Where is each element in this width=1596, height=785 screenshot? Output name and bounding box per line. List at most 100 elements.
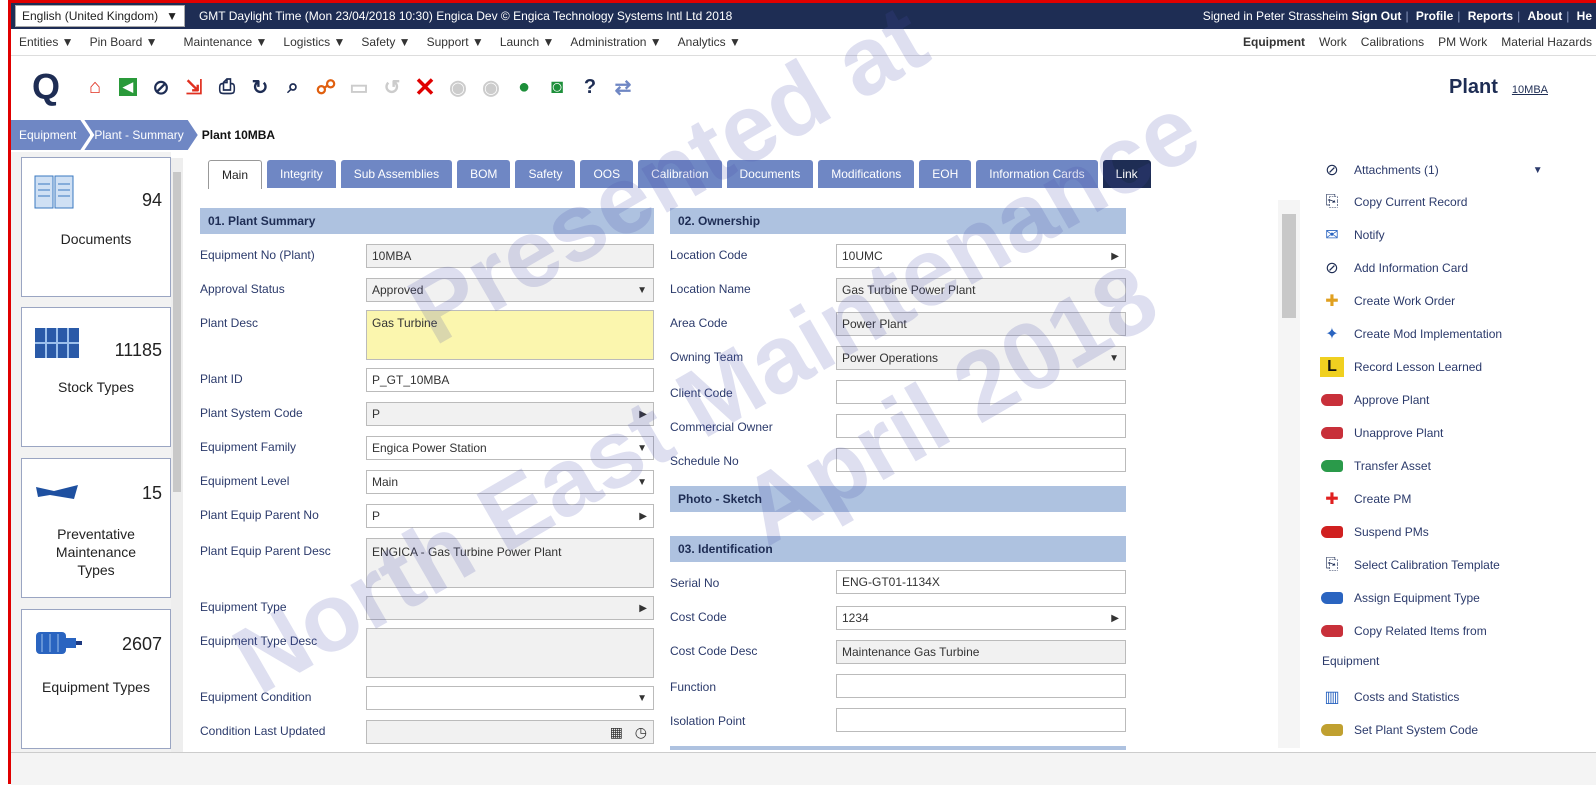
condition-updated-field[interactable]: ▦ ◷ bbox=[366, 720, 654, 744]
action-attachments[interactable]: ⊘ Attachments (1) ▼ bbox=[1320, 160, 1542, 180]
action-costs-statistics[interactable]: ▥ Costs and Statistics bbox=[1320, 687, 1459, 707]
breadcrumb-plant-summary[interactable]: Plant - Summary bbox=[84, 120, 197, 150]
equipment-family-select[interactable]: Engica Power Station ▼ bbox=[366, 436, 654, 460]
tab-eoh[interactable]: EOH bbox=[919, 160, 972, 188]
equipment-type-desc-field[interactable] bbox=[366, 628, 654, 678]
profile-link[interactable]: Profile bbox=[1416, 9, 1453, 23]
action-copy-record[interactable]: ⎘ Copy Current Record bbox=[1320, 192, 1468, 212]
menu-support[interactable]: Support ▼ bbox=[419, 35, 492, 49]
tab-safety[interactable]: Safety bbox=[515, 160, 576, 188]
refresh-icon[interactable]: ↻ bbox=[246, 73, 274, 101]
tab-integrity[interactable]: Integrity bbox=[267, 160, 336, 188]
action-select-calibration[interactable]: ⎘ Select Calibration Template bbox=[1320, 555, 1500, 575]
help-link[interactable]: He bbox=[1577, 9, 1592, 23]
cost-code-field[interactable]: 1234 ▶ bbox=[836, 606, 1126, 630]
tile-stock-types[interactable]: 11185 Stock Types bbox=[21, 307, 171, 447]
equipment-type-field[interactable]: ▶ bbox=[366, 596, 654, 620]
commercial-owner-field[interactable] bbox=[836, 414, 1126, 438]
tab-link[interactable]: Link bbox=[1102, 160, 1151, 188]
tile-pm-types[interactable]: 15 Preventative Maintenance Types bbox=[21, 458, 171, 598]
action-transfer-asset[interactable]: Transfer Asset bbox=[1320, 456, 1431, 476]
language-select[interactable]: English (United Kingdom) ▼ bbox=[15, 5, 185, 27]
about-link[interactable]: About bbox=[1528, 9, 1563, 23]
action-add-info-card[interactable]: ⊘ Add Information Card bbox=[1320, 258, 1468, 278]
menu-analytics[interactable]: Analytics ▼ bbox=[670, 35, 749, 49]
tab-calibration[interactable]: Calibration bbox=[638, 160, 722, 188]
link-icon[interactable]: ☍ bbox=[312, 73, 340, 101]
tab-documents[interactable]: Documents bbox=[726, 160, 814, 188]
tab-modifications[interactable]: Modifications bbox=[818, 160, 915, 188]
action-approve-plant[interactable]: Approve Plant bbox=[1320, 390, 1429, 410]
calendar-icon[interactable]: ▦ bbox=[610, 724, 623, 741]
tile-documents[interactable]: 94 Documents bbox=[21, 157, 171, 297]
module-pm-work[interactable]: PM Work bbox=[1438, 35, 1487, 49]
export-icon[interactable]: ⇲ bbox=[180, 73, 208, 101]
tab-sub-assemblies[interactable]: Sub Assemblies bbox=[340, 160, 453, 188]
location-code-field[interactable]: 10UMC ▶ bbox=[836, 244, 1126, 268]
tab-information-cards[interactable]: Information Cards bbox=[976, 160, 1098, 188]
back-icon[interactable]: ◀ bbox=[114, 73, 142, 101]
action-create-pm[interactable]: ✚ Create PM bbox=[1320, 489, 1411, 509]
parent-no-field[interactable]: P ▶ bbox=[366, 504, 654, 528]
location-name-field[interactable]: Gas Turbine Power Plant bbox=[836, 278, 1126, 302]
cost-code-desc-field[interactable]: Maintenance Gas Turbine bbox=[836, 640, 1126, 664]
module-equipment[interactable]: Equipment bbox=[1243, 35, 1305, 49]
action-suspend-pms[interactable]: Suspend PMs bbox=[1320, 522, 1429, 542]
function-field[interactable] bbox=[836, 674, 1126, 698]
sign-out-link[interactable]: Sign Out bbox=[1351, 9, 1401, 23]
action-unapprove-plant[interactable]: Unapprove Plant bbox=[1320, 423, 1443, 443]
area-code-field[interactable]: Power Plant bbox=[836, 312, 1126, 336]
breadcrumb-equipment[interactable]: Equipment bbox=[11, 120, 90, 150]
serial-no-field[interactable]: ENG-GT01-1134X bbox=[836, 570, 1126, 594]
tab-bom[interactable]: BOM bbox=[457, 160, 511, 188]
owning-team-select[interactable]: Power Operations ▼ bbox=[836, 346, 1126, 370]
help-icon[interactable]: ? bbox=[576, 73, 604, 101]
equipment-level-select[interactable]: Main ▼ bbox=[366, 470, 654, 494]
action-create-work-order[interactable]: ✚ Create Work Order bbox=[1320, 291, 1455, 311]
action-assign-equipment-type[interactable]: Assign Equipment Type bbox=[1320, 588, 1480, 608]
action-lesson-learned[interactable]: L Record Lesson Learned bbox=[1320, 357, 1482, 377]
menu-logistics[interactable]: Logistics ▼ bbox=[275, 35, 353, 49]
parent-desc-field[interactable]: ENGICA - Gas Turbine Power Plant bbox=[366, 538, 654, 588]
tiles-scrollbar[interactable] bbox=[171, 158, 183, 752]
action-create-mod[interactable]: ✦ Create Mod Implementation bbox=[1320, 324, 1502, 344]
scroll-thumb[interactable] bbox=[1282, 214, 1296, 318]
reports-link[interactable]: Reports bbox=[1468, 9, 1513, 23]
menu-maintenance[interactable]: Maintenance ▼ bbox=[175, 35, 275, 49]
plant-desc-field[interactable]: Gas Turbine bbox=[366, 310, 654, 360]
isolation-point-field[interactable] bbox=[836, 708, 1126, 732]
delete-icon[interactable]: ✕ bbox=[411, 72, 439, 102]
home-icon[interactable]: ⌂ bbox=[81, 73, 109, 101]
module-calibrations[interactable]: Calibrations bbox=[1361, 35, 1424, 49]
previous-record-icon[interactable]: ◉ bbox=[477, 73, 505, 101]
schedule-no-field[interactable] bbox=[836, 448, 1126, 472]
transfer-icon[interactable]: ⇄ bbox=[609, 73, 637, 101]
print-icon[interactable]: ⎙ bbox=[213, 73, 241, 101]
approval-status-select[interactable]: Approved ▼ bbox=[366, 278, 654, 302]
tab-main[interactable]: Main bbox=[208, 160, 263, 189]
form-scrollbar[interactable] bbox=[1278, 200, 1300, 748]
next-record-icon[interactable]: ● bbox=[510, 73, 538, 101]
save-icon[interactable]: ▭ bbox=[345, 73, 373, 101]
search-icon[interactable]: ⌕ bbox=[279, 73, 307, 101]
plant-system-code-field[interactable]: P ▶ bbox=[366, 402, 654, 426]
menu-launch[interactable]: Launch ▼ bbox=[492, 35, 563, 49]
menu-pin-board[interactable]: Pin Board ▼ bbox=[82, 35, 166, 49]
scroll-thumb[interactable] bbox=[173, 172, 181, 492]
equipment-condition-select[interactable]: ▼ bbox=[366, 686, 654, 710]
client-code-field[interactable] bbox=[836, 380, 1126, 404]
first-record-icon[interactable]: ◉ bbox=[444, 73, 472, 101]
module-material-hazards[interactable]: Material Hazards bbox=[1501, 35, 1592, 49]
last-record-icon[interactable]: ◙ bbox=[543, 73, 571, 101]
action-set-plant-system-code[interactable]: Set Plant System Code bbox=[1320, 720, 1478, 740]
menu-safety[interactable]: Safety ▼ bbox=[353, 35, 418, 49]
module-work[interactable]: Work bbox=[1319, 35, 1347, 49]
action-notify[interactable]: ✉ Notify bbox=[1320, 225, 1384, 245]
action-copy-related-items[interactable]: Copy Related Items from bbox=[1320, 621, 1487, 641]
tile-equipment-types[interactable]: 2607 Equipment Types bbox=[21, 609, 171, 749]
action-copy-related-items-cont[interactable]: Equipment bbox=[1322, 654, 1379, 668]
tab-oos[interactable]: OOS bbox=[580, 160, 634, 188]
plant-id-field[interactable]: P_GT_10MBA bbox=[366, 368, 654, 392]
compass-icon[interactable]: ⊘ bbox=[147, 73, 175, 101]
undo-icon[interactable]: ↺ bbox=[378, 73, 406, 101]
